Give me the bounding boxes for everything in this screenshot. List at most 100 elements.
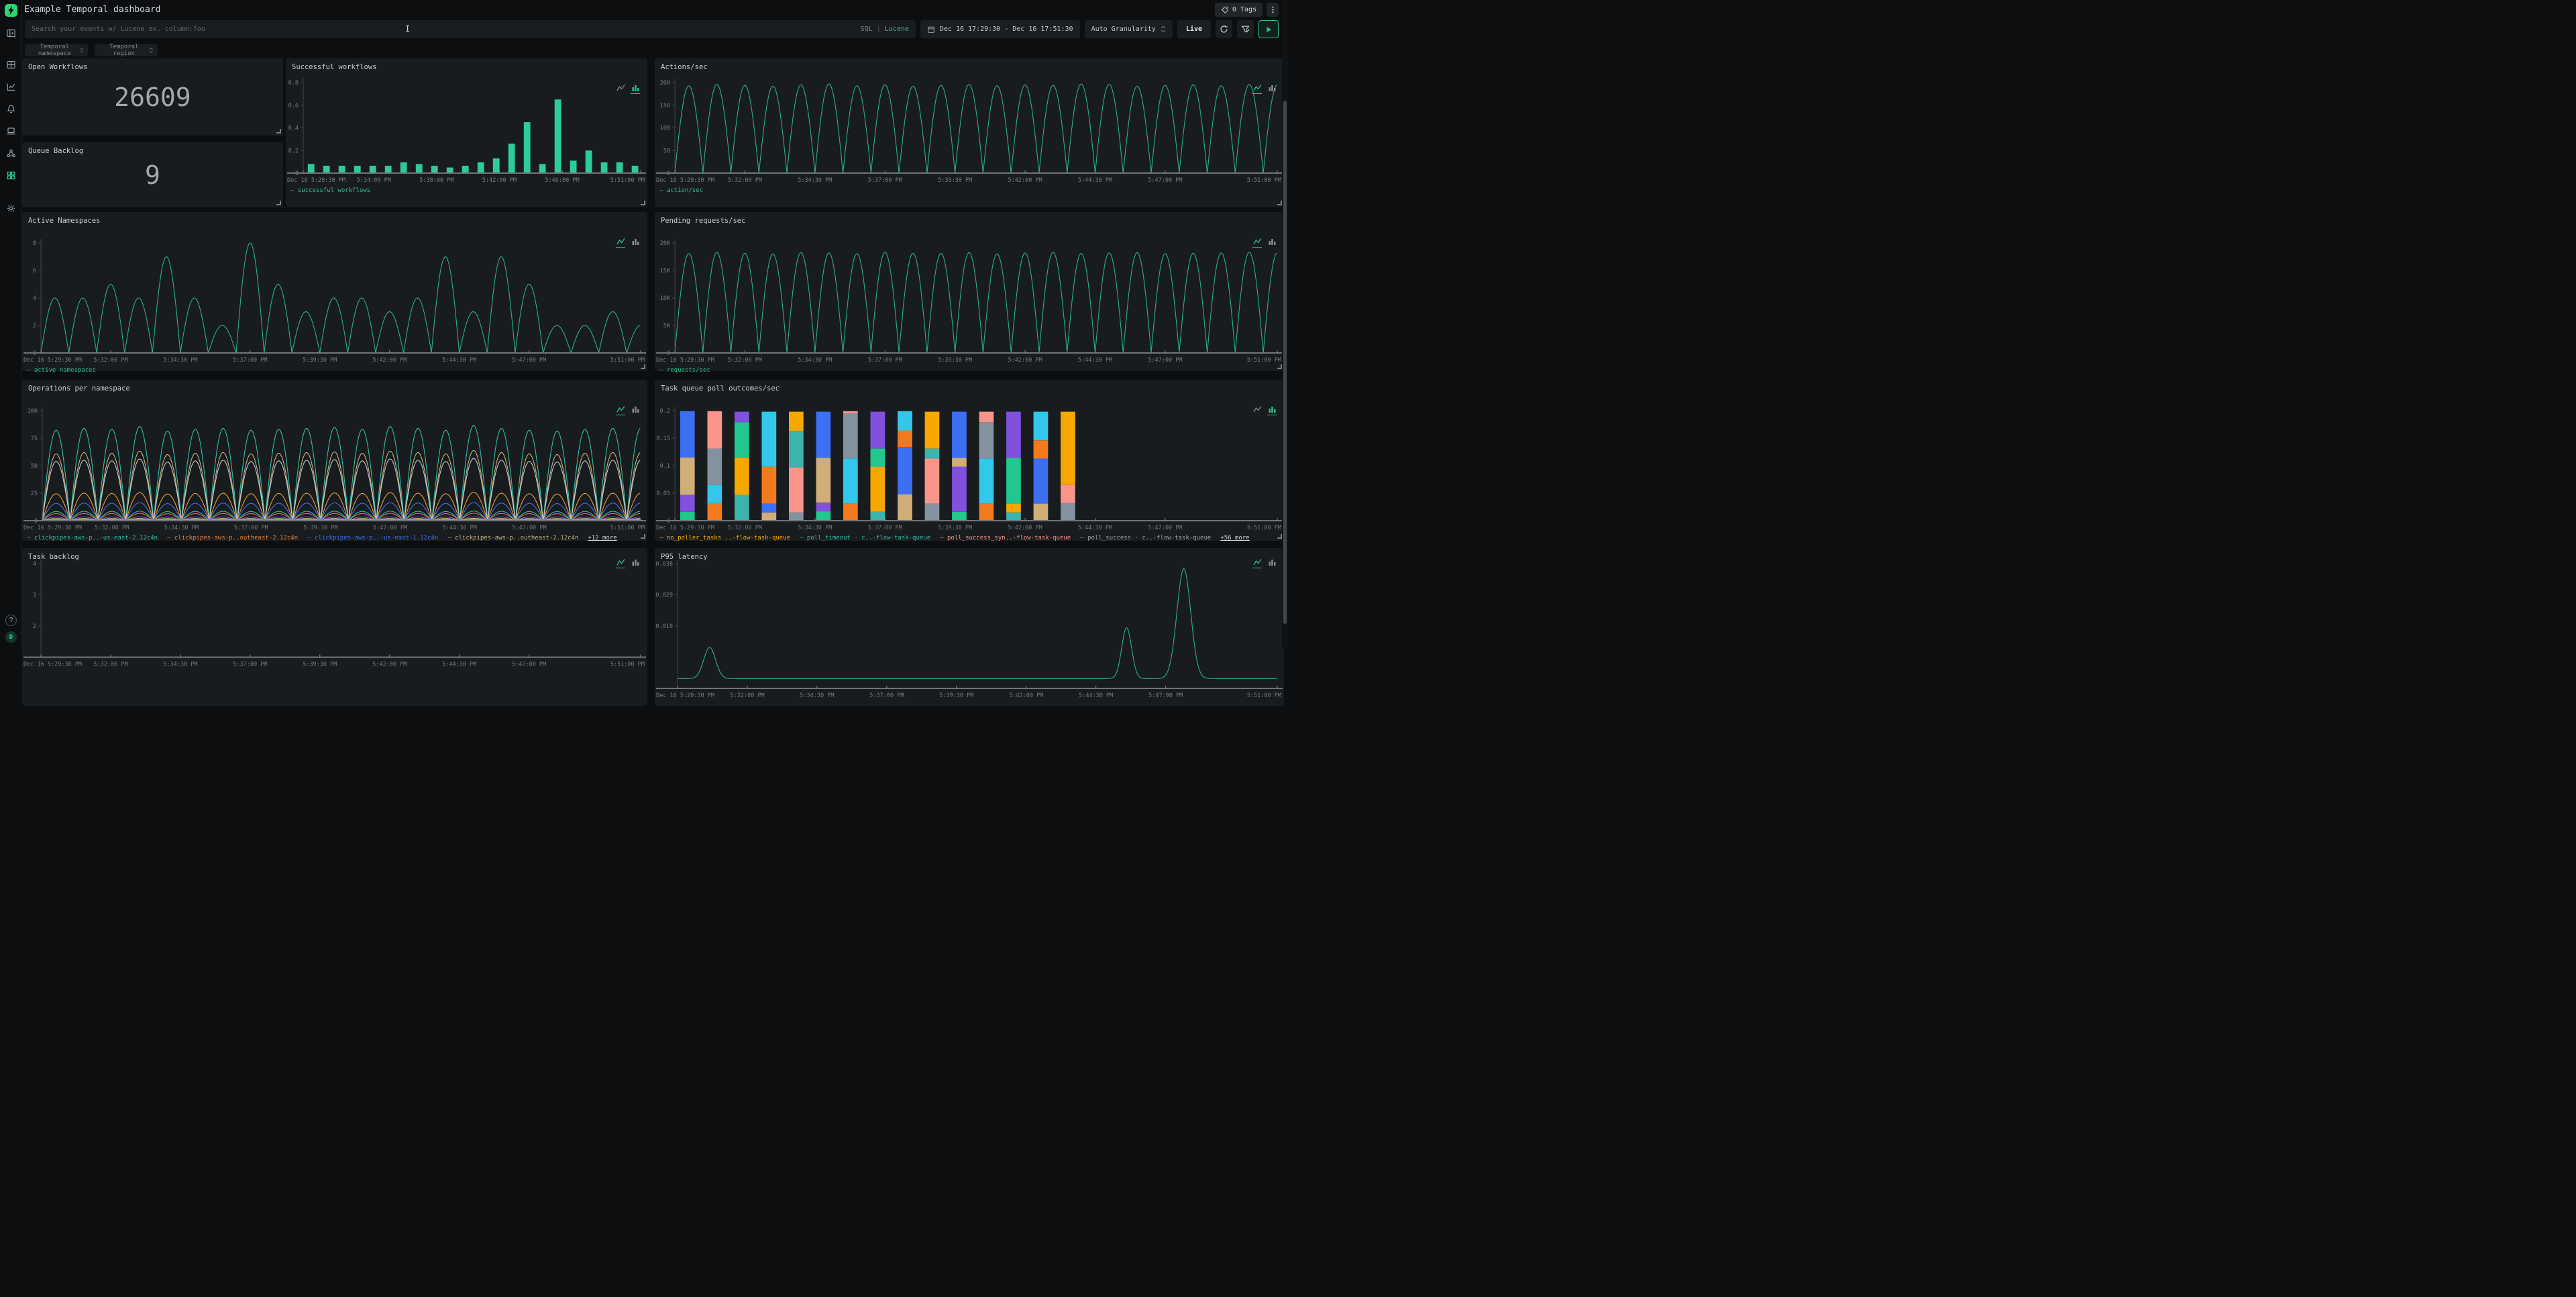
chart-canvas[interactable]: 0255075100Dec 16 5:29:30 PM5:32:00 PM5:3… bbox=[22, 380, 647, 541]
resize-handle[interactable] bbox=[641, 364, 645, 369]
chart-type-toggles bbox=[1252, 84, 1277, 94]
svg-text:5:51:00 PM: 5:51:00 PM bbox=[610, 357, 645, 364]
resize-handle[interactable] bbox=[276, 129, 281, 134]
user-avatar[interactable]: D bbox=[5, 631, 17, 643]
refresh-button[interactable] bbox=[1216, 20, 1232, 38]
svg-text:200: 200 bbox=[660, 80, 670, 87]
svg-text:5K: 5K bbox=[663, 323, 671, 329]
filter-temporal-region[interactable]: Temporal region bbox=[95, 44, 158, 56]
chart-canvas[interactable]: 050100150200Dec 16 5:29:30 PM5:32:00 PM5… bbox=[655, 58, 1284, 207]
resize-handle[interactable] bbox=[1277, 201, 1282, 205]
run-query-button[interactable] bbox=[1258, 20, 1279, 38]
sort-chevrons-icon bbox=[149, 47, 153, 54]
svg-text:150: 150 bbox=[660, 103, 670, 109]
tags-button[interactable]: 0 Tags bbox=[1215, 3, 1263, 17]
sidebar-item-alerts[interactable] bbox=[4, 101, 19, 116]
time-range-button[interactable]: Dec 16 17:29:30 - Dec 16 17:51:30 bbox=[920, 20, 1080, 38]
svg-text:4: 4 bbox=[33, 295, 36, 302]
resize-handle[interactable] bbox=[641, 534, 645, 539]
line-chart-toggle-icon[interactable] bbox=[616, 84, 625, 94]
svg-text:2: 2 bbox=[33, 623, 36, 630]
svg-text:5:42:00 PM: 5:42:00 PM bbox=[373, 525, 407, 531]
chart-canvas[interactable]: 432Dec 16 5:29:30 PM5:32:00 PM5:34:30 PM… bbox=[22, 548, 647, 706]
sidebar-item-tables[interactable] bbox=[4, 57, 19, 72]
svg-text:0.019: 0.019 bbox=[655, 623, 673, 630]
svg-text:5:39:30 PM: 5:39:30 PM bbox=[303, 357, 337, 364]
legend-item[interactable]: — clickpipes-aws-p..outheast-2.12c4n bbox=[447, 535, 578, 541]
legend-item[interactable]: — action/sec bbox=[659, 187, 703, 194]
legend-item[interactable]: — poll_success_syn..-flow-task-queue bbox=[940, 535, 1071, 541]
line-chart-toggle-icon[interactable] bbox=[1252, 558, 1262, 568]
panel-task-backlog: Task backlog 432Dec 16 5:29:30 PM5:32:00… bbox=[22, 548, 647, 706]
live-button[interactable]: Live bbox=[1177, 20, 1211, 38]
sidebar-item-metrics[interactable] bbox=[4, 79, 19, 94]
bar-chart-toggle-icon[interactable] bbox=[631, 238, 640, 248]
bar-chart-toggle-icon[interactable] bbox=[1267, 84, 1277, 94]
legend-item[interactable]: — poll_timeout · c..-flow-task-queue bbox=[800, 535, 930, 541]
legend-item[interactable]: — poll_success · c..-flow-task-queue bbox=[1080, 535, 1211, 541]
help-button[interactable]: ? bbox=[5, 615, 17, 626]
resize-handle[interactable] bbox=[641, 201, 645, 205]
sql-mode[interactable]: SQL bbox=[861, 25, 873, 33]
bar-chart-toggle-icon[interactable] bbox=[1267, 558, 1277, 568]
scrollbar-thumb[interactable] bbox=[1283, 101, 1287, 624]
legend-item[interactable]: — clickpipes-aws-p..outheast-2.12c4n bbox=[167, 535, 298, 541]
svg-text:5:47:00 PM: 5:47:00 PM bbox=[1148, 525, 1182, 531]
svg-text:Dec 16 5:29:30 PM: Dec 16 5:29:30 PM bbox=[656, 177, 714, 184]
resize-handle[interactable] bbox=[1277, 364, 1282, 369]
filter-edit-button[interactable] bbox=[1237, 20, 1254, 38]
legend-item[interactable]: — no_poller_tasks ..-flow-task-queue bbox=[659, 535, 790, 541]
line-chart-toggle-icon[interactable] bbox=[616, 405, 625, 415]
legend-item[interactable]: — successful workflows bbox=[290, 187, 370, 194]
chart-type-toggles bbox=[1252, 238, 1277, 248]
line-chart-toggle-icon[interactable] bbox=[1252, 238, 1262, 248]
chart-canvas[interactable]: 00.20.40.60.8Dec 16 5:29:30 PM5:34:00 PM… bbox=[286, 58, 647, 207]
bar-chart-toggle-icon[interactable] bbox=[1267, 238, 1277, 248]
search-input[interactable] bbox=[25, 20, 916, 38]
chart-canvas[interactable]: 00.050.10.150.2Dec 16 5:29:30 PM5:32:00 … bbox=[655, 380, 1284, 541]
legend-item[interactable]: — clickpipes-aws-p..-us-east-1.12c4n bbox=[307, 535, 438, 541]
refresh-icon bbox=[1220, 25, 1228, 34]
legend-item[interactable]: — active namespaces bbox=[27, 367, 96, 374]
legend-item[interactable]: — requests/sec bbox=[659, 367, 710, 374]
bar-chart-toggle-icon[interactable] bbox=[631, 84, 640, 94]
chart-canvas[interactable]: 05K10K15K20KDec 16 5:29:30 PM5:32:00 PM5… bbox=[655, 212, 1284, 371]
sidebar-item-dashboards[interactable] bbox=[4, 168, 19, 183]
chart-canvas[interactable]: 02468Dec 16 5:29:30 PM5:32:00 PM5:34:30 … bbox=[22, 212, 647, 371]
svg-text:5:51:00 PM: 5:51:00 PM bbox=[1247, 357, 1281, 364]
chart-type-toggles bbox=[616, 238, 640, 248]
panel-collapse-icon[interactable] bbox=[4, 25, 19, 40]
svg-text:5:39:30 PM: 5:39:30 PM bbox=[303, 662, 337, 668]
line-chart-toggle-icon[interactable] bbox=[616, 238, 625, 248]
resize-handle[interactable] bbox=[1277, 534, 1282, 539]
panel-title: P95 latency bbox=[661, 553, 708, 561]
bar-chart-toggle-icon[interactable] bbox=[631, 558, 640, 568]
svg-text:10K: 10K bbox=[660, 295, 671, 302]
svg-text:5:51:00 PM: 5:51:00 PM bbox=[610, 662, 645, 668]
resize-handle[interactable] bbox=[276, 201, 281, 205]
lucene-mode[interactable]: Lucene bbox=[885, 25, 909, 33]
legend-more[interactable]: +12 more bbox=[588, 535, 616, 541]
sidebar-item-hosts[interactable] bbox=[4, 123, 19, 138]
line-chart-toggle-icon[interactable] bbox=[616, 558, 625, 568]
legend-more[interactable]: +56 more bbox=[1220, 535, 1249, 541]
svg-text:5:32:00 PM: 5:32:00 PM bbox=[728, 357, 762, 364]
line-chart-toggle-icon[interactable] bbox=[1252, 84, 1262, 94]
bar-chart-toggle-icon[interactable] bbox=[631, 405, 640, 415]
sidebar-item-traces[interactable] bbox=[4, 146, 19, 160]
svg-text:5:47:00 PM: 5:47:00 PM bbox=[512, 357, 546, 364]
granularity-select[interactable]: Auto Granularity bbox=[1085, 20, 1173, 38]
granularity-label: Auto Granularity bbox=[1091, 25, 1156, 33]
legend-item[interactable]: — clickpipes-aws-p..-us-east-2.12c4n bbox=[27, 535, 158, 541]
svg-text:5:37:00 PM: 5:37:00 PM bbox=[234, 525, 268, 531]
sidebar-item-settings[interactable] bbox=[4, 201, 19, 215]
app-logo-icon[interactable] bbox=[5, 4, 17, 17]
panel-title: Queue Backlog bbox=[28, 147, 83, 155]
panel-open-workflows: Open Workflows 26609 bbox=[22, 58, 283, 136]
bar-chart-toggle-icon[interactable] bbox=[1267, 405, 1277, 415]
line-chart-toggle-icon[interactable] bbox=[1252, 405, 1262, 415]
kebab-menu-button[interactable] bbox=[1267, 3, 1279, 17]
filter-temporal-namespace[interactable]: Temporal namespace bbox=[25, 44, 88, 56]
filter-label: Temporal namespace bbox=[30, 44, 80, 57]
chart-canvas[interactable]: 0.0380.0290.019Dec 16 5:29:30 PM5:32:00 … bbox=[655, 548, 1284, 706]
